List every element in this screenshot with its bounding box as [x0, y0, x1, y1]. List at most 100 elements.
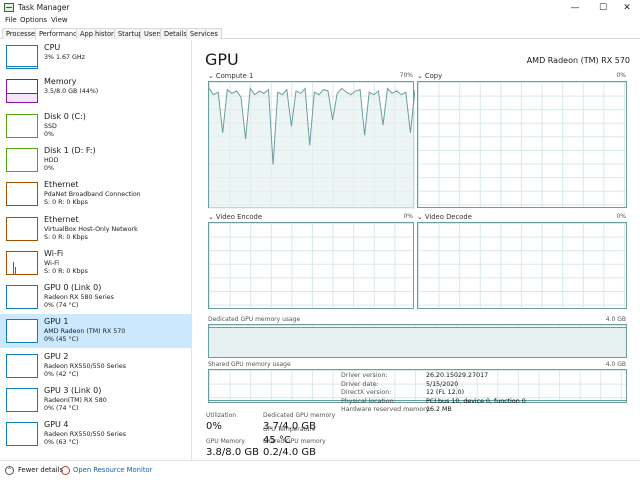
sidebar-item[interactable]: Wi-Fi Wi-Fi S: 0 R: 0 Kbps [0, 246, 191, 280]
engine-percent: 0% [403, 213, 413, 220]
wifi-spikes [13, 261, 14, 274]
sidebar-item[interactable]: GPU 1 AMD Radeon (TM) RX 570 0% (45 °C) [0, 314, 191, 349]
copy-graph [417, 81, 627, 208]
engine-label-copy[interactable]: ⌄ Copy [417, 72, 442, 80]
sidebar-item-name: GPU 1 [44, 317, 69, 327]
cpu-line [7, 66, 37, 67]
gpu-temperature-value: 45 °C [263, 435, 291, 446]
chevron-down-icon: ⌄ [208, 213, 216, 221]
usage-thumbnail [6, 45, 38, 69]
sidebar-item-detail: Radeon RX550/550 Series [44, 362, 127, 370]
gpu-panel: GPU AMD Radeon (TM) RX 570 ⌄ Compute 1 7… [193, 40, 640, 460]
sidebar-item[interactable]: Disk 1 (D: F:) HDD 0% [0, 143, 191, 177]
detail-label: Driver date: [341, 380, 379, 388]
gpu-temperature-label: GPU Temperature [263, 426, 316, 433]
detail-value: PCI bus 10, device 0, function 0 [426, 397, 526, 405]
menu-bar: File Options View [0, 16, 640, 27]
sidebar-item-detail: Radeon RX550/550 Series [44, 431, 127, 439]
shared-memory-fill [209, 400, 626, 402]
sidebar-item-name: GPU 4 [44, 420, 69, 430]
shared-gpu-memory-value: 0.2/4.0 GB [263, 447, 316, 458]
sidebar-item-usage: 0% (74 °C) [44, 405, 79, 412]
video-decode-graph [417, 222, 627, 309]
gpu-memory-label: GPU Memory [206, 438, 245, 445]
sidebar-item-detail: 3% 1.67 GHz [44, 54, 85, 61]
sidebar-item[interactable]: GPU 2 Radeon RX550/550 Series 0% (42 °C) [0, 349, 191, 383]
sidebar-item-detail: Wi-Fi [44, 259, 60, 267]
compute-graph [208, 81, 415, 209]
open-resource-monitor-link[interactable]: Open Resource Monitor [73, 466, 152, 474]
dedicated-memory-graph [208, 324, 627, 358]
chevron-up-icon[interactable]: ⌃ [5, 466, 14, 475]
engine-percent: 0% [616, 213, 626, 220]
utilization-value: 0% [206, 421, 222, 432]
dedicated-memory-fill [209, 327, 626, 357]
menu-options[interactable]: Options [20, 16, 47, 24]
chevron-down-icon: ⌄ [417, 72, 425, 80]
usage-thumbnail [6, 388, 38, 412]
sidebar-item[interactable]: Disk 0 (C:) SSD 0% [0, 109, 191, 143]
sidebar-item-name: Ethernet [44, 180, 79, 190]
sidebar-item-name: Disk 0 (C:) [44, 111, 86, 121]
sidebar-item-name: Ethernet [44, 214, 79, 224]
dedicated-memory-label: Dedicated GPU memory usage [208, 316, 301, 323]
shared-memory-max: 4.0 GB [605, 361, 626, 368]
sidebar-item[interactable]: Ethernet PdaNet Broadband Connection S: 0 … [0, 177, 191, 211]
sidebar-item-usage: S: 0 R: 0 Kbps [44, 199, 88, 207]
engine-label-compute[interactable]: ⌄ Compute 1 [208, 72, 253, 80]
sidebar-item-detail: SSD [44, 122, 57, 130]
detail-label: DirectX version: [341, 389, 392, 397]
close-button[interactable]: ✕ [614, 0, 640, 16]
sidebar-item-name: Memory [44, 77, 77, 87]
sidebar-item-name: CPU [44, 43, 61, 52]
sidebar-item-detail: PdaNet Broadband Connection [44, 191, 141, 199]
usage-thumbnail [6, 147, 38, 172]
detail-value: 26.20.15029.27017 [426, 372, 489, 379]
usage-thumbnail [6, 285, 38, 310]
page-title: GPU [205, 50, 239, 69]
sidebar-item[interactable]: Ethernet VirtualBox Host-Only Network S: 0… [0, 212, 191, 246]
sidebar-item[interactable]: GPU 4 Radeon RX550/550 Series 0% (63 °C) [0, 417, 191, 451]
dedicated-gpu-memory-label: Dedicated GPU memory [263, 412, 336, 419]
minimize-button[interactable]: — [562, 0, 588, 16]
engine-name: Video Decode [424, 213, 472, 221]
sidebar-item[interactable]: CPU 3% 1.67 GHz [0, 40, 191, 74]
detail-value: 16.2 MB [426, 406, 452, 414]
usage-thumbnail [6, 216, 38, 241]
engine-label-video-encode[interactable]: ⌄ Video Encode [208, 213, 262, 221]
engine-label-video-decode[interactable]: ⌄ Video Decode [417, 213, 472, 221]
title-bar: Task Manager — ☐ ✕ [0, 0, 640, 16]
engine-percent: 70% [399, 72, 413, 79]
sidebar-item[interactable]: Memory 3.5/8.0 GB (44%) [0, 74, 191, 108]
detail-label: Hardware reserved memory: [341, 406, 432, 414]
maximize-button[interactable]: ☐ [590, 0, 616, 16]
fewer-details-link[interactable]: Fewer details [18, 466, 63, 474]
detail-value: 5/15/2020 [426, 380, 459, 388]
dedicated-memory-max: 4.0 GB [605, 316, 626, 323]
compute-usage-area [209, 88, 415, 209]
sidebar-item[interactable]: GPU 3 (Link 0) Radeon(TM) RX 580 0% (74 °C… [0, 383, 191, 417]
footer: ⌃ Fewer details Open Resource Monitor [0, 460, 640, 483]
resource-list: CPU 3% 1.67 GHz Memory 3.5/8.0 GB (44%) Disk… [0, 40, 192, 460]
usage-thumbnail [6, 182, 38, 207]
gpu-model-name: AMD Radeon (TM) RX 570 [526, 56, 630, 65]
sidebar-item[interactable]: GPU 0 (Link 0) Radeon RX 580 Series 0% (74… [0, 280, 191, 314]
menu-file[interactable]: File [5, 16, 17, 24]
utilization-label: Utilization [206, 412, 237, 419]
compute-usage-line [209, 87, 415, 209]
engine-percent: 0% [616, 72, 626, 79]
chevron-down-icon: ⌄ [417, 213, 425, 221]
shared-memory-graph [208, 369, 627, 403]
sidebar-item-detail: 3.5/8.0 GB (44%) [44, 88, 99, 96]
sidebar-item-detail: Radeon RX 580 Series [44, 294, 114, 302]
engine-name: Copy [424, 72, 443, 80]
menu-view[interactable]: View [51, 16, 68, 24]
tab-services[interactable]: Services [186, 28, 222, 39]
sidebar-item-name: GPU 2 [44, 351, 69, 361]
sidebar-item-detail: HDD [44, 156, 59, 164]
tab-bar: Processes Performance App history Startu… [0, 27, 640, 40]
sidebar-item-usage: 0% (63 °C) [44, 439, 79, 447]
resource-monitor-icon [61, 466, 70, 475]
usage-thumbnail [6, 353, 38, 378]
sidebar-item-usage: 0% [44, 164, 54, 172]
